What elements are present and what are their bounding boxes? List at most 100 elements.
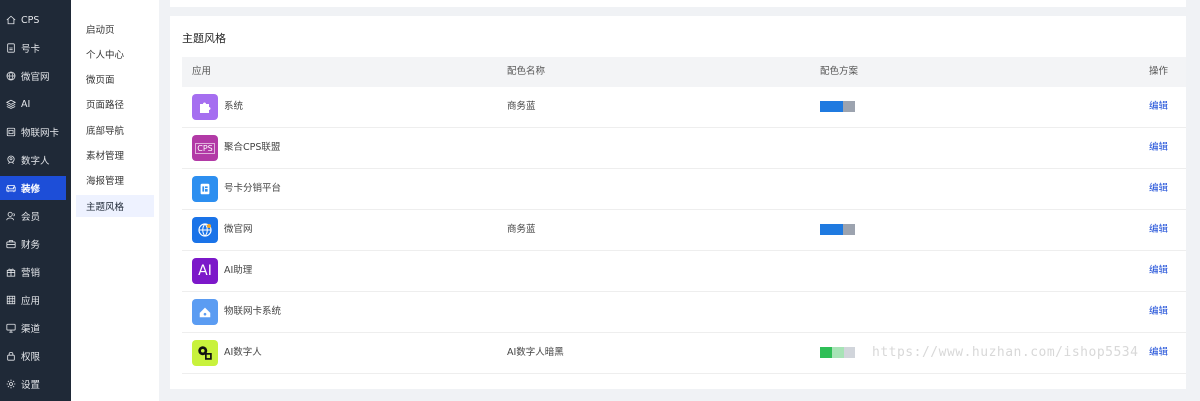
sofa-icon: [6, 185, 16, 193]
sidebar-item-13[interactable]: 设置: [0, 372, 66, 396]
scheme-name: AI数字人暗黑: [507, 347, 564, 358]
sidebar-item-label: 微官网: [21, 72, 50, 83]
swatch-color: [844, 347, 855, 358]
theme-card: 主题风格 应用 配色名称 配色方案 操作 系统 商务蓝 编辑 CPS 聚合CPS联盟 编辑…: [170, 16, 1186, 389]
sidebar-item-label: 物联网卡: [21, 128, 60, 139]
home-icon: [6, 15, 16, 25]
col-scheme: 配色方案: [820, 66, 859, 77]
sidebar-item-5[interactable]: 数字人: [0, 148, 66, 172]
layers-icon: [6, 99, 16, 109]
sidebar-item-label: 权限: [21, 352, 41, 363]
main-sidebar: CPS 号卡微官网 AI 物联网卡数字人装修会员财务营销应用渠道权限设置: [0, 0, 71, 401]
sidebar-item-9[interactable]: 营销: [0, 260, 66, 284]
app-name: 微官网: [224, 224, 253, 235]
swatch-color: [832, 347, 844, 358]
ai-icon: AI: [192, 258, 218, 284]
gift-icon: [6, 268, 16, 277]
sidebar-item-2[interactable]: 微官网: [0, 64, 66, 88]
sidebar-item-label: 装修: [21, 184, 41, 195]
subnav-item-7[interactable]: 主题风格: [76, 195, 154, 217]
cps-icon: CPS: [192, 135, 218, 161]
sidebar-item-8[interactable]: 财务: [0, 232, 66, 256]
iot-icon: [192, 299, 218, 325]
swatch-color: [820, 224, 843, 235]
subnav-item-5[interactable]: 素材管理: [76, 144, 154, 166]
col-app: 应用: [192, 66, 212, 77]
sidebar-item-label: 会员: [21, 212, 41, 223]
table-row: CPS 聚合CPS联盟 编辑: [182, 128, 1186, 169]
subnav-item-0[interactable]: 启动页: [76, 18, 154, 40]
sidebar-item-10[interactable]: 应用: [0, 288, 66, 312]
digital-human-icon: [192, 340, 218, 366]
col-action: 操作: [1148, 66, 1168, 77]
sidebar-item-label: 数字人: [21, 156, 50, 167]
sidebar-item-6[interactable]: 装修: [0, 176, 66, 200]
sidebar-item-label: 号卡: [21, 44, 41, 55]
app-icon-text: CPS: [195, 142, 215, 154]
app-name: 号卡分销平台: [224, 183, 282, 194]
sidebar-item-0[interactable]: CPS: [0, 8, 66, 32]
monitor-icon: [6, 323, 16, 333]
briefcase-icon: [6, 240, 16, 249]
app-name: AI数字人: [224, 347, 262, 358]
scheme-name: 商务蓝: [507, 101, 536, 112]
swatch-color: [843, 101, 855, 112]
scheme-name: 商务蓝: [507, 224, 536, 235]
app-name: 物联网卡系统: [224, 306, 282, 317]
edit-link[interactable]: 编辑: [1149, 169, 1168, 209]
globe-app-icon: [192, 217, 218, 243]
swatch-color: [843, 224, 855, 235]
edit-link[interactable]: 编辑: [1149, 128, 1168, 168]
swatch-color: [820, 101, 843, 112]
sidebar-item-11[interactable]: 渠道: [0, 316, 66, 340]
page-title: 主题风格: [182, 32, 226, 45]
sidebar-item-12[interactable]: 权限: [0, 344, 66, 368]
sim-card-icon: [7, 43, 15, 53]
swatch-color: [820, 347, 832, 358]
subnav-item-1[interactable]: 个人中心: [76, 43, 154, 65]
sidebar-item-label: 应用: [21, 296, 41, 307]
globe-icon: [6, 71, 16, 81]
table-row: 系统 商务蓝 编辑: [182, 87, 1186, 128]
color-swatch: [820, 224, 855, 235]
subnav-item-2[interactable]: 微页面: [76, 68, 154, 90]
table-row: 号卡分销平台 编辑: [182, 169, 1186, 210]
edit-link[interactable]: 编辑: [1149, 251, 1168, 291]
puzzle-icon: [192, 94, 218, 120]
sidebar-item-label: 渠道: [21, 324, 41, 335]
sidebar-item-7[interactable]: 会员: [0, 204, 66, 228]
subnav-item-4[interactable]: 底部导航: [76, 119, 154, 141]
app-name: AI助理: [224, 265, 253, 276]
sidebar-item-label: CPS: [21, 14, 40, 26]
decoration-subnav: 启动页个人中心微页面页面路径底部导航素材管理海报管理主题风格: [71, 0, 159, 401]
color-swatch: [820, 347, 855, 358]
edit-link[interactable]: 编辑: [1149, 210, 1168, 250]
watermark: https://www.huzhan.com/ishop5534: [872, 345, 1139, 360]
sidebar-item-4[interactable]: 物联网卡: [0, 120, 66, 144]
edit-link[interactable]: 编辑: [1149, 87, 1168, 127]
person-badge-icon: [7, 155, 15, 164]
sidebar-item-label: AI: [21, 98, 31, 110]
sidebar-item-1[interactable]: 号卡: [0, 36, 66, 60]
table-header: 应用 配色名称 配色方案 操作: [182, 57, 1186, 87]
table-row: AI AI助理 编辑: [182, 251, 1186, 292]
sim-icon: [192, 176, 218, 202]
edit-link[interactable]: 编辑: [1149, 292, 1168, 332]
subnav-item-6[interactable]: 海报管理: [76, 169, 154, 191]
user-icon: [6, 211, 15, 221]
sidebar-item-3[interactable]: AI: [0, 92, 66, 116]
sidebar-item-label: 营销: [21, 268, 41, 279]
card-icon: [6, 127, 16, 137]
app-name: 聚合CPS联盟: [224, 142, 281, 153]
app-icon-text: AI: [198, 263, 212, 279]
top-band: [170, 0, 1186, 7]
table-row: 微官网 商务蓝 编辑: [182, 210, 1186, 251]
app-name: 系统: [224, 101, 244, 112]
edit-link[interactable]: 编辑: [1149, 333, 1168, 373]
table-row: 物联网卡系统 编辑: [182, 292, 1186, 333]
sidebar-item-label: 财务: [21, 240, 41, 251]
grid-icon: [6, 295, 16, 305]
gear-icon: [6, 379, 16, 389]
subnav-item-3[interactable]: 页面路径: [76, 93, 154, 115]
color-swatch: [820, 101, 855, 112]
